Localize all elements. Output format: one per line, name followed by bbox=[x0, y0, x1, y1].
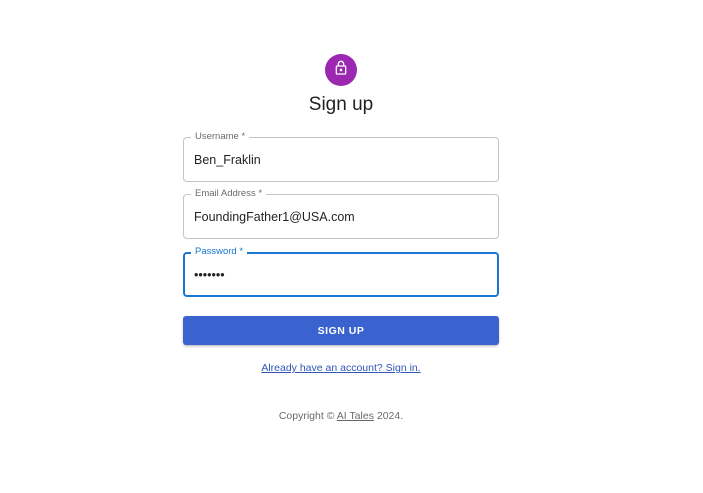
email-field[interactable]: Email Address * bbox=[183, 188, 499, 239]
sign-in-link[interactable]: Already have an account? Sign in. bbox=[261, 362, 420, 374]
signup-page: Sign up Username * Email Address * Passw… bbox=[0, 0, 703, 493]
password-field[interactable]: Password * bbox=[183, 246, 499, 297]
password-input[interactable] bbox=[194, 254, 487, 295]
username-field[interactable]: Username * bbox=[183, 131, 499, 182]
ai-tales-link[interactable]: AI Tales bbox=[337, 410, 374, 422]
sign-up-button[interactable]: Sign Up bbox=[183, 316, 499, 345]
email-input[interactable] bbox=[194, 195, 488, 238]
lock-icon bbox=[333, 60, 349, 81]
page-title: Sign up bbox=[308, 94, 374, 115]
copyright-prefix: Copyright © bbox=[278, 410, 337, 422]
lock-avatar bbox=[325, 54, 357, 86]
copyright-footer: Copyright © AI Tales 2024. bbox=[0, 409, 682, 423]
copyright-suffix: 2024. bbox=[373, 410, 404, 422]
username-input[interactable] bbox=[194, 138, 488, 181]
signin-link-container: Already have an account? Sign in. bbox=[0, 361, 682, 375]
